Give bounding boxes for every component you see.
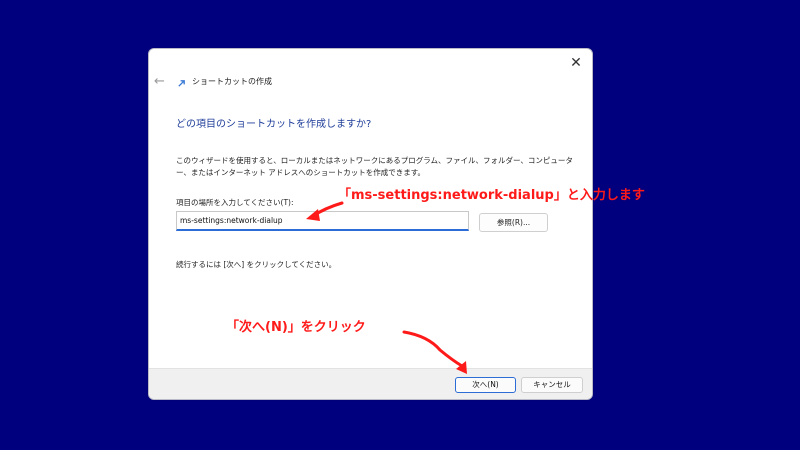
input-annotation: 「ms-settings:network-dialup」と入力します: [338, 188, 645, 203]
input-arrow-icon: [306, 201, 344, 221]
next-annotation: 「次へ(N)」をクリック: [226, 320, 366, 335]
next-arrow-icon: [402, 330, 467, 374]
annotation-arrows: [306, 201, 467, 374]
